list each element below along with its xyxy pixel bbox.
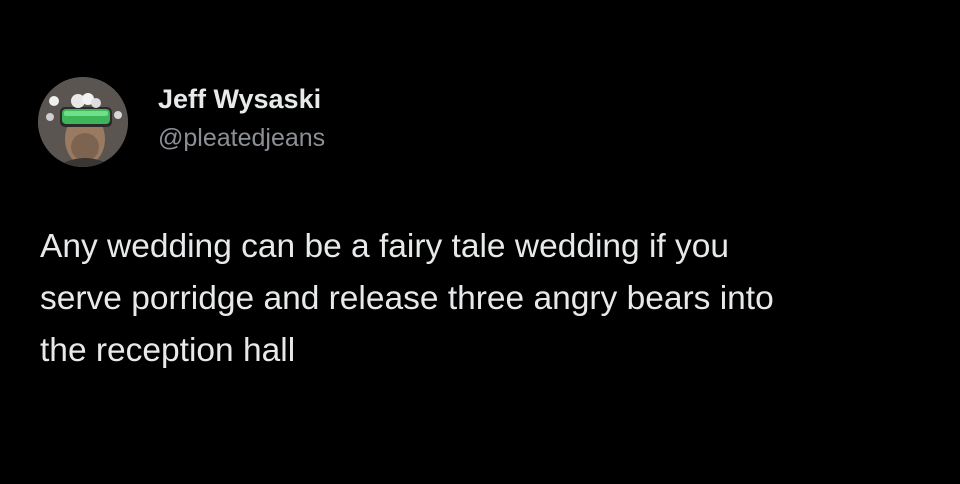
tweet-card: Jeff Wysaski @pleatedjeans Any wedding c… xyxy=(0,0,960,484)
tweet-header: Jeff Wysaski @pleatedjeans xyxy=(38,77,325,167)
author-names: Jeff Wysaski @pleatedjeans xyxy=(158,82,325,154)
author-handle[interactable]: @pleatedjeans xyxy=(158,122,325,154)
avatar-image-icon xyxy=(38,77,128,167)
author-display-name[interactable]: Jeff Wysaski xyxy=(158,82,325,116)
avatar[interactable] xyxy=(38,77,128,167)
tweet-text: Any wedding can be a fairy tale wedding … xyxy=(40,228,774,369)
